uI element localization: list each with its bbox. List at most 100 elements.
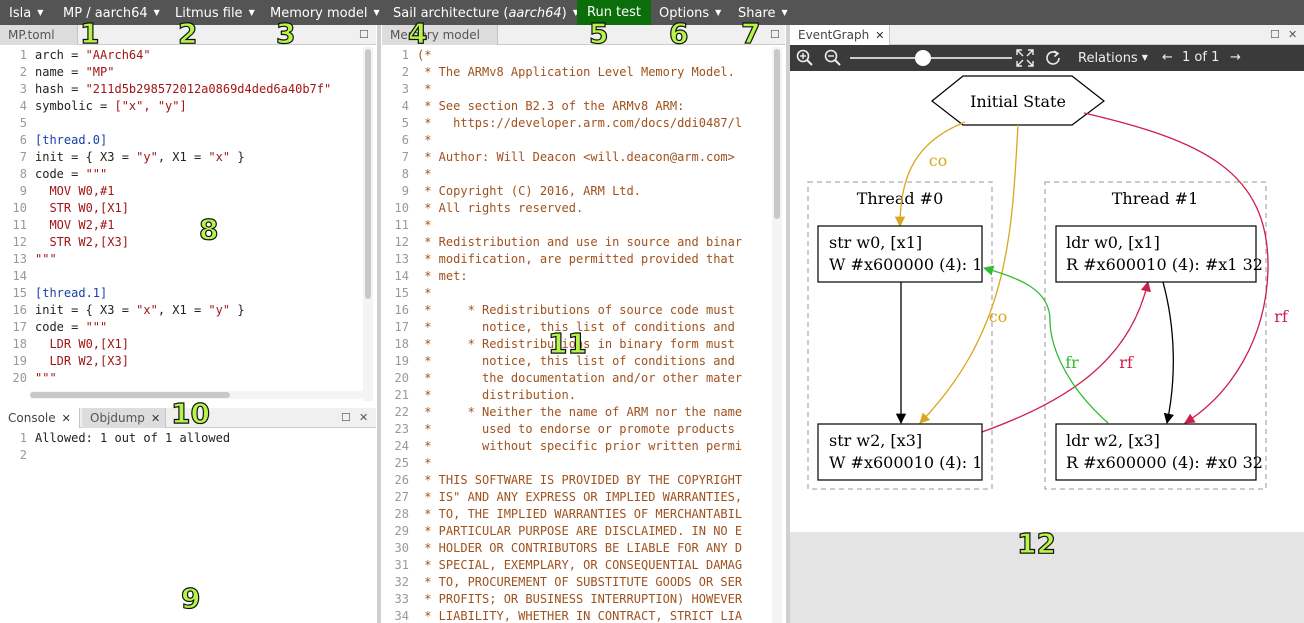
previous-graph-button[interactable]: ← — [1162, 45, 1173, 71]
code-token: arch = — [35, 48, 86, 62]
memory-vertical-scrollbar[interactable] — [772, 47, 782, 623]
close-icon[interactable]: ✕ — [151, 412, 160, 425]
pane-splitter[interactable] — [377, 25, 381, 623]
edge-label-co: co — [929, 151, 948, 170]
maximize-icon[interactable]: ☐ — [341, 411, 351, 424]
chevron-down-icon: ▼ — [715, 8, 722, 17]
code-text: LDR W2,[X3] — [35, 353, 128, 370]
tab-mp-toml[interactable]: MP.toml — [0, 25, 78, 45]
callout-10: 10 — [170, 397, 210, 430]
line-number: 4 — [401, 99, 409, 113]
edge-label-rf: rf — [1274, 307, 1289, 326]
tab-console[interactable]: Console ✕ — [0, 408, 80, 428]
event-access: W #x600000 (4): 1 — [829, 255, 982, 274]
code-token: STR W2,[X3] — [35, 235, 129, 249]
close-icon[interactable]: ✕ — [62, 412, 71, 425]
maximize-icon[interactable]: ☐ — [770, 28, 780, 41]
callout-6: 6 — [668, 17, 689, 50]
code-line: 7 init = { X3 = "y", X1 = "x" } — [0, 149, 376, 166]
tab-objdump[interactable]: Objdump ✕ — [82, 408, 166, 428]
callout-8: 8 — [198, 213, 219, 246]
line-number: 34 — [394, 609, 409, 623]
line-number: 5 — [19, 116, 27, 130]
line-number: 14 — [12, 269, 27, 283]
code-line: 15 * — [382, 285, 785, 302]
code-line: 2 name = "MP" — [0, 64, 376, 81]
code-line: 1 (* — [382, 47, 785, 64]
line-number: 23 — [394, 422, 409, 436]
line-number: 27 — [394, 490, 409, 504]
comment-text: * PROFITS; OR BUSINESS INTERRUPTION) HOW… — [417, 592, 743, 606]
architecture-menu[interactable]: MP / aarch64 ▼ — [63, 0, 160, 25]
refresh-icon[interactable] — [1044, 49, 1062, 67]
litmus-vertical-scrollbar[interactable] — [363, 47, 373, 401]
zoom-slider-handle[interactable] — [914, 50, 931, 66]
code-token: } — [230, 303, 245, 317]
line-number: 11 — [394, 218, 409, 232]
code-line: 20 """ — [0, 370, 376, 387]
tab-memory-model[interactable]: Memory model — [382, 25, 498, 45]
zoom-in-icon[interactable] — [796, 49, 814, 67]
litmus-code-editor[interactable]: 1 arch = "AArch64" 2 name = "MP" 3 hash = "21… — [0, 47, 376, 401]
line-number: 8 — [19, 167, 27, 181]
line-number: 13 — [394, 252, 409, 266]
comment-text: * The ARMv8 Application Level Memory Mod… — [417, 65, 735, 79]
fit-to-screen-icon[interactable] — [1016, 49, 1034, 67]
edge-fr-ldr-w2-to-str-w0 — [982, 265, 1109, 424]
zoom-slider-track[interactable] — [850, 57, 1012, 59]
maximize-icon[interactable]: ☐ — [359, 28, 369, 41]
close-icon[interactable]: ✕ — [1288, 28, 1297, 41]
code-token: ["x", "y"] — [114, 99, 187, 113]
comment-text: * Redistribution and use in source and b… — [417, 235, 743, 249]
chevron-down-icon: ▼ — [1141, 53, 1148, 62]
comment-text: * TO, PROCUREMENT OF SUBSTITUTE GOODS OR… — [417, 575, 743, 589]
close-icon[interactable]: ✕ — [359, 411, 368, 424]
console-text: Allowed: 1 out of 1 allowed — [35, 431, 231, 445]
line-number: 11 — [12, 218, 27, 232]
isla-menu[interactable]: Isla ▼ — [9, 0, 43, 25]
event-access: W #x600010 (4): 1 — [829, 453, 982, 472]
scrollbar-thumb[interactable] — [365, 49, 371, 299]
code-line: 20 * the documentation and/or other mate… — [382, 370, 785, 387]
callout-3: 3 — [275, 17, 296, 50]
isla-menu-label: Isla — [9, 6, 32, 21]
comment-text: * * Redistributions of source code must — [417, 303, 735, 317]
code-token: , X1 = — [157, 150, 209, 164]
comment-text: * modification, are permitted provided t… — [417, 252, 735, 266]
line-number: 19 — [394, 354, 409, 368]
code-line: 10 STR W0,[X1] — [0, 200, 376, 217]
maximize-icon[interactable]: ☐ — [1270, 28, 1280, 41]
line-number: 13 — [12, 252, 27, 266]
code-line: 9 * Copyright (C) 2016, ARM Ltd. — [382, 183, 785, 200]
tab-event-graph[interactable]: EventGraph ✕ — [790, 25, 890, 45]
line-number: 10 — [12, 201, 27, 215]
code-token: "AArch64" — [85, 48, 151, 62]
code-line: 12 STR W2,[X3] — [0, 234, 376, 251]
zoom-out-icon[interactable] — [824, 49, 842, 67]
comment-text: * LIABILITY, WHETHER IN CONTRACT, STRICT… — [417, 609, 743, 623]
tab-label: Objdump — [90, 411, 145, 425]
tab-label: Console — [8, 411, 56, 425]
code-text: """ — [35, 370, 57, 387]
event-access: R #x600000 (4): #x0 32 — [1066, 453, 1263, 472]
code-text: init = { X3 = "y", X1 = "x" } — [35, 149, 245, 166]
code-line: 5 * https://developer.arm.com/docs/ddi04… — [382, 115, 785, 132]
code-token: "x" — [136, 303, 158, 317]
code-line: 31 * SPECIAL, EXEMPLARY, OR CONSEQUENTIA… — [382, 557, 785, 574]
code-token: """ — [85, 167, 108, 181]
line-number: 3 — [401, 82, 409, 96]
event-graph-canvas[interactable]: Thread #0 Thread #1 Initial State co co … — [790, 71, 1304, 532]
close-icon[interactable]: ✕ — [875, 29, 884, 42]
relations-dropdown[interactable]: Relations ▼ — [1078, 45, 1148, 71]
comment-text: * SPECIAL, EXEMPLARY, OR CONSEQUENTIAL D… — [417, 558, 743, 572]
line-number: 6 — [19, 133, 27, 147]
code-token: init = { X3 = — [35, 150, 137, 164]
comment-text: * met: — [417, 269, 468, 283]
line-number: 20 — [12, 371, 27, 385]
next-graph-button[interactable]: → — [1230, 45, 1241, 71]
code-line: 13 * modification, are permitted provide… — [382, 251, 785, 268]
line-number: 15 — [12, 286, 27, 300]
code-token: "y" — [208, 303, 231, 317]
code-text: init = { X3 = "x", X1 = "y" } — [35, 302, 245, 319]
scrollbar-thumb[interactable] — [774, 49, 780, 219]
